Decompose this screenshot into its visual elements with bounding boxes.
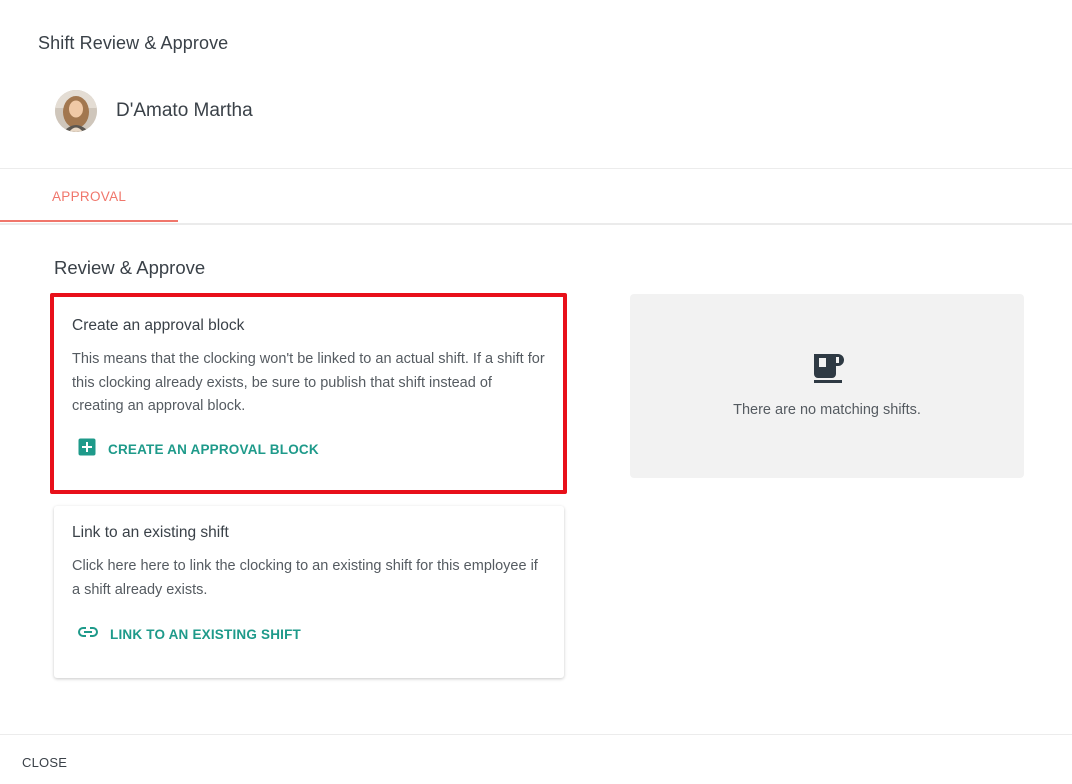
tab-approval[interactable]: APPROVAL xyxy=(0,169,178,223)
dialog-title: Shift Review & Approve xyxy=(38,33,229,53)
coffee-cup-icon xyxy=(812,352,844,389)
create-approval-block-button[interactable]: CREATE AN APPROVAL BLOCK xyxy=(78,438,545,461)
employee-header: D'Amato Martha xyxy=(55,90,253,132)
empty-state-message: There are no matching shifts. xyxy=(733,402,921,418)
link-icon xyxy=(78,625,98,644)
avatar xyxy=(55,90,97,132)
matching-shifts-panel: There are no matching shifts. xyxy=(630,294,1024,478)
link-card-description: Click here here to link the clocking to … xyxy=(72,558,538,598)
plus-square-icon xyxy=(78,438,96,461)
employee-name: D'Amato Martha xyxy=(116,100,253,121)
create-approval-block-label: CREATE AN APPROVAL BLOCK xyxy=(108,441,319,457)
approval-card-title: Create an approval block xyxy=(72,317,245,334)
approval-card-description: This means that the clocking won't be li… xyxy=(72,351,545,414)
section-title: Review & Approve xyxy=(54,257,206,278)
tabs-divider xyxy=(0,223,1072,225)
link-card-title: Link to an existing shift xyxy=(72,524,229,541)
link-shift-card: Link to an existing shift Click here her… xyxy=(54,506,564,678)
link-existing-shift-button[interactable]: LINK TO AN EXISTING SHIFT xyxy=(78,625,546,644)
tab-active-indicator xyxy=(0,220,178,222)
close-button[interactable]: CLOSE xyxy=(22,755,67,770)
approval-block-card: Create an approval block This means that… xyxy=(50,293,567,494)
link-existing-shift-label: LINK TO AN EXISTING SHIFT xyxy=(110,627,302,642)
footer-divider xyxy=(0,734,1072,735)
